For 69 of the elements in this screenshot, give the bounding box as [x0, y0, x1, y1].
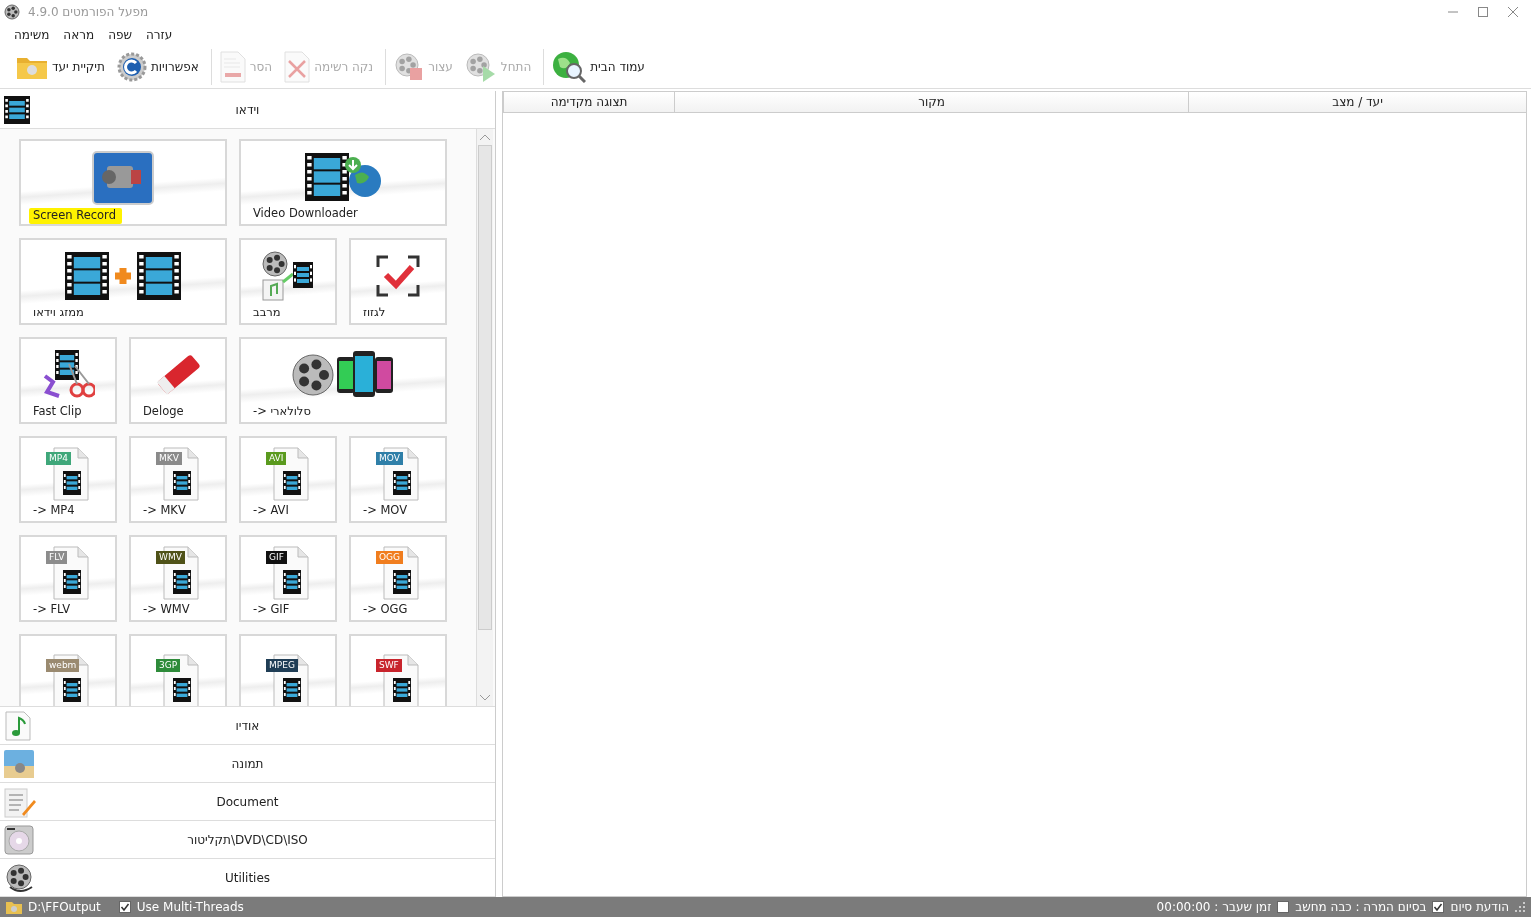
column-header[interactable]: יעד / מצב — [1188, 92, 1526, 112]
play-icon — [464, 52, 497, 82]
film-icon — [4, 95, 30, 124]
elapsed-time: זמן שעבר : 00:00:00 — [1156, 900, 1272, 914]
toolbar-button[interactable]: תיקיית יעד — [12, 52, 109, 82]
conversion-tile[interactable]: SWF — [349, 634, 447, 706]
format-badge: MP4 — [46, 451, 71, 465]
film-globe-icon — [303, 150, 383, 203]
conversion-tile[interactable]: 3GP — [129, 634, 227, 706]
checkbox[interactable] — [1277, 901, 1290, 913]
checkbox-label: Use Multi-Threads — [136, 900, 244, 914]
scissors-film-icon — [41, 349, 95, 400]
disc-drive-icon — [4, 824, 34, 855]
checkbox[interactable] — [118, 901, 131, 913]
film-plus-film-icon — [65, 251, 181, 300]
conversion-tile[interactable]: GIF -> GIF — [239, 535, 337, 622]
menu-item[interactable]: מראה — [59, 28, 99, 42]
conversion-tile[interactable]: MKV -> MKV — [129, 436, 227, 523]
menu-item[interactable]: עזרה — [141, 28, 177, 42]
format-badge: MOV — [376, 451, 403, 465]
conversion-tile[interactable]: לגזוז — [349, 238, 447, 325]
resize-grip-icon[interactable] — [1515, 902, 1525, 912]
conversion-tile[interactable]: Screen Record — [19, 139, 227, 226]
checkbox[interactable] — [1432, 901, 1445, 913]
conversion-tile[interactable]: Deloge — [129, 337, 227, 424]
conversion-tile[interactable]: FLV -> FLV — [19, 535, 117, 622]
menu-item[interactable]: שפה — [104, 28, 136, 42]
scrollbar[interactable] — [476, 129, 493, 706]
format-badge: GIF — [266, 550, 287, 564]
conversion-tile[interactable]: MP4 -> MP4 — [19, 436, 117, 523]
format-badge: FLV — [46, 550, 68, 564]
format-badge: AVI — [266, 451, 287, 465]
stop-icon — [394, 52, 425, 82]
reel-film-icon — [261, 249, 315, 302]
film-reel-icon — [4, 862, 34, 893]
check-crop-icon — [376, 254, 420, 297]
conversion-tile[interactable]: AVI -> AVI — [239, 436, 337, 523]
toolbar-button[interactable]: עמוד הבית — [548, 49, 649, 85]
conversion-tile[interactable]: Video Downloader — [239, 139, 447, 226]
landscape-photo-icon — [4, 749, 34, 778]
conversion-tile[interactable]: מרבב — [239, 238, 337, 325]
window-title: מפעל הפורמטים 4.9.0 — [28, 5, 149, 19]
column-header[interactable]: תצוגה מקדימה — [503, 92, 674, 112]
conversion-tile[interactable]: Fast Clip — [19, 337, 117, 424]
camcorder-icon — [91, 149, 155, 206]
globe-magnifier-icon — [552, 51, 587, 83]
app-icon — [4, 4, 20, 20]
minimize-icon — [1448, 11, 1458, 13]
folder-icon — [6, 900, 22, 914]
output-folder-path[interactable]: D:\FFOutput — [28, 900, 101, 914]
document-pencil-icon — [4, 785, 36, 818]
format-badge: 3GP — [156, 658, 181, 672]
column-header[interactable]: מקור — [674, 92, 1188, 112]
menu-item[interactable]: משימה — [10, 28, 54, 42]
document-minus-icon — [219, 51, 246, 83]
conversion-tile[interactable]: MPEG — [239, 634, 337, 706]
toolbar-button[interactable]: אפשרויות — [112, 50, 203, 84]
maximize-icon — [1478, 7, 1488, 17]
conversion-tile[interactable]: -> סלולארי — [239, 337, 447, 424]
conversion-tile[interactable]: ממזג וידאו — [19, 238, 227, 325]
close-icon — [1508, 7, 1518, 17]
document-x-icon — [284, 51, 311, 83]
checkbox-label: הודעת סיום — [1450, 900, 1509, 914]
music-note-icon — [4, 710, 32, 741]
checkbox-label: בסיום המרה : כבה מחשב — [1295, 900, 1427, 914]
gear-icon — [116, 52, 147, 82]
conversion-tile[interactable]: OGG -> OGG — [349, 535, 447, 622]
conversion-tile[interactable]: WMV -> WMV — [129, 535, 227, 622]
conversion-tile[interactable]: MOV -> MOV — [349, 436, 447, 523]
